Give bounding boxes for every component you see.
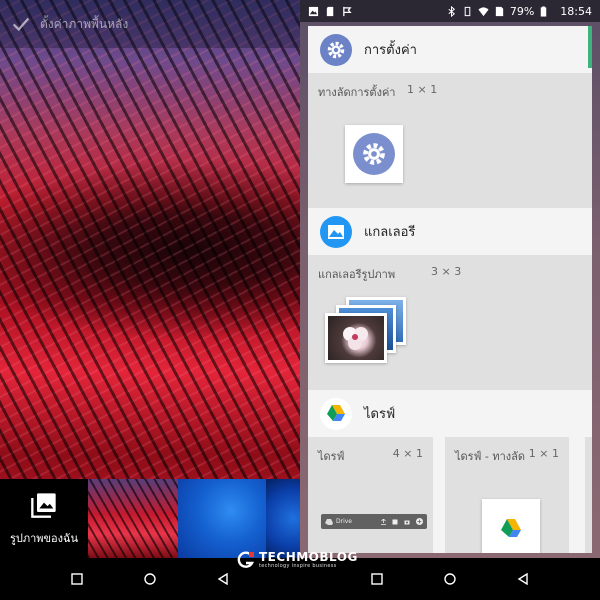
flag-notification-icon [343, 6, 352, 16]
scrollbar[interactable] [588, 26, 592, 68]
widget-drive[interactable]: ไดรฟ์ 4 × 1 Drive [308, 437, 433, 553]
wallpaper-screen: ตั้งค่าภาพพื้นหลัง รูปภาพของฉัน [0, 0, 300, 600]
battery-icon [541, 5, 547, 17]
app-name-gallery: แกลเลอรี [364, 225, 416, 240]
wallpaper-thumbnail[interactable] [266, 479, 300, 558]
flower-photo [343, 327, 368, 350]
widget-preview [482, 499, 540, 553]
widget-size: 1 × 1 [407, 83, 438, 96]
app-header-drive: ไดรฟ์ [308, 390, 592, 437]
widget-preview [345, 125, 403, 183]
watermark-title: TECHMOBLOG [259, 550, 358, 564]
widget-label: ไดรฟ์ - ทางลัด [455, 450, 526, 463]
settings-icon [353, 133, 395, 175]
add-icon [416, 518, 423, 525]
widget-settings-shortcut[interactable]: ทางลัดการตั้งค่า 1 × 1 [308, 73, 592, 208]
gallery-icon [320, 215, 352, 248]
widget-divider [569, 437, 585, 553]
app-name-drive: ไดรฟ์ [364, 407, 396, 422]
back-icon[interactable] [517, 573, 529, 585]
home-icon[interactable] [144, 573, 156, 585]
widget-label: ทางลัดการตั้งค่า [318, 86, 396, 99]
pictures-icon [31, 492, 56, 518]
widget-picker: การตั้งค่า ทางลัดการตั้งค่า 1 × 1 แกลเลอ… [308, 26, 592, 553]
sim-icon [495, 6, 504, 16]
wallpaper-thumbnail[interactable] [178, 479, 266, 558]
widget-label: ไดรฟ์ [318, 450, 345, 463]
sd-card-icon [326, 6, 334, 16]
battery-percentage: 79% [509, 4, 535, 18]
wifi-icon [478, 6, 489, 16]
app-name-settings: การตั้งค่า [364, 43, 417, 58]
my-pictures-label: รูปภาพของฉัน [9, 531, 79, 545]
techmoblog-watermark: TECHMOBLOG technology inspire business [237, 549, 367, 571]
upload-icon [381, 518, 386, 525]
app-header-settings: การตั้งค่า [308, 26, 592, 73]
widget-label: แกลเลอรีรูปภาพ [318, 268, 396, 281]
wallpaper-top-bar: ตั้งค่าภาพพื้นหลัง [0, 0, 300, 48]
photo-stack-front [325, 313, 387, 363]
overview-icon[interactable] [70, 573, 83, 585]
drive-preview-label: Drive [336, 518, 352, 525]
status-clock: 18:54 [560, 4, 592, 18]
widget-divider [433, 437, 445, 553]
widget-size: 3 × 3 [431, 265, 462, 278]
settings-icon [320, 33, 352, 66]
wallpaper-tray: รูปภาพของฉัน [0, 479, 300, 558]
document-icon [392, 519, 398, 524]
set-wallpaper-title[interactable]: ตั้งค่าภาพพื้นหลัง [40, 15, 128, 34]
drive-widgets: ไดรฟ์ 4 × 1 Drive ไดรฟ์ - ทางลัด 1 × 1 [308, 437, 592, 553]
techmoblog-logo-icon [237, 551, 255, 568]
widget-drive-shortcut[interactable]: ไดรฟ์ - ทางลัด 1 × 1 [445, 437, 569, 553]
my-pictures-button[interactable]: รูปภาพของฉัน [0, 479, 88, 558]
drive-icon [320, 397, 352, 430]
check-icon[interactable] [10, 13, 32, 35]
widget-size: 1 × 1 [528, 447, 559, 460]
camera-icon [404, 520, 410, 524]
back-icon[interactable] [217, 573, 229, 585]
widget-size: 4 × 1 [392, 447, 423, 460]
drive-icon [501, 519, 521, 537]
wallpaper-thumbnail[interactable] [88, 479, 178, 558]
drive-widget-preview: Drive [321, 514, 427, 529]
widgets-screen: 79% 18:54 การตั้งค่า ทางลัดการตั้งค่า 1 … [300, 0, 600, 600]
overview-icon[interactable] [370, 573, 383, 585]
app-header-gallery: แกลเลอรี [308, 208, 592, 255]
image-notification-icon [308, 6, 319, 16]
vibrate-icon [464, 6, 471, 16]
drive-icon [325, 518, 333, 525]
widget-gallery-photos[interactable]: แกลเลอรีรูปภาพ 3 × 3 [308, 255, 592, 390]
status-bar: 79% 18:54 [300, 0, 600, 22]
bluetooth-icon [448, 5, 455, 17]
home-icon[interactable] [444, 573, 456, 585]
